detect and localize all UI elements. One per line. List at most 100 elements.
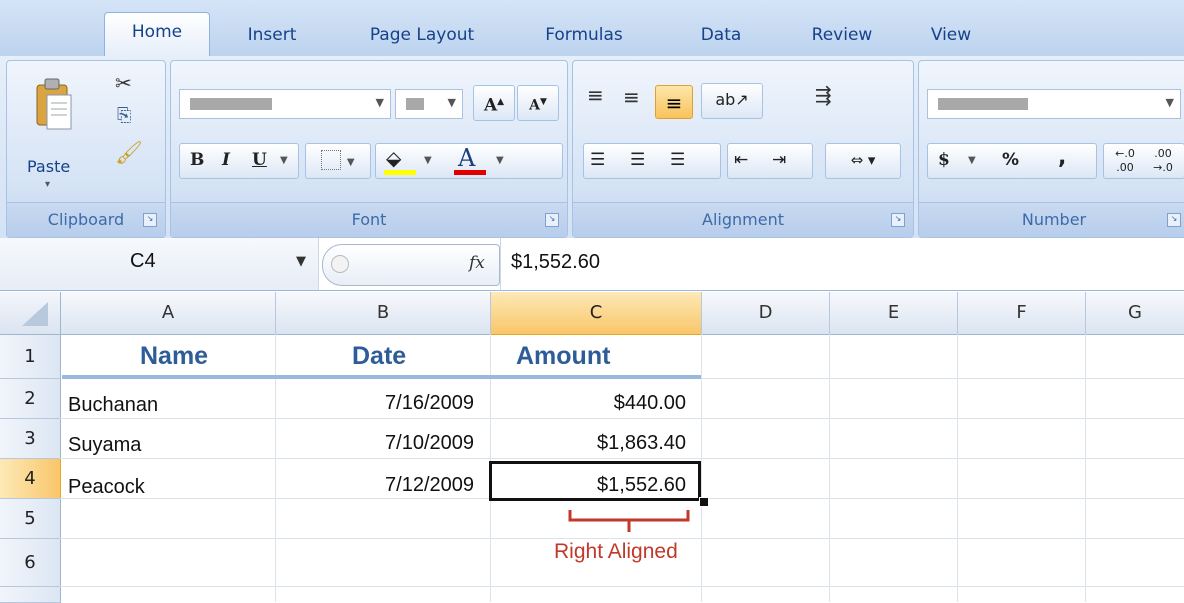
font-launcher-icon[interactable]: ↘: [545, 213, 559, 227]
align-bottom-icon[interactable]: ≡: [655, 85, 693, 119]
cell-a1[interactable]: Name: [140, 342, 208, 371]
column-header-b[interactable]: B: [276, 292, 491, 335]
ribbon: Home Insert Page Layout Formulas Data Re…: [0, 0, 1184, 239]
column-header-g[interactable]: G: [1086, 292, 1184, 335]
expand-circle-icon[interactable]: [331, 255, 349, 273]
select-all-corner[interactable]: [0, 292, 61, 335]
row-header-7[interactable]: [0, 587, 61, 603]
align-center-icon[interactable]: ☰: [630, 144, 645, 176]
italic-button[interactable]: I: [222, 144, 230, 176]
chevron-down-icon: ▼: [1165, 96, 1174, 109]
alignment-launcher-icon[interactable]: ↘: [891, 213, 905, 227]
formula-input[interactable]: $1,552.60: [500, 238, 1184, 290]
align-right-icon[interactable]: ☰: [670, 144, 685, 176]
number-group-label: Number: [919, 202, 1184, 237]
font-style-buttons: B I U ▼: [179, 143, 299, 179]
tab-insert[interactable]: Insert: [232, 16, 312, 56]
chevron-down-icon[interactable]: ▼: [496, 145, 504, 177]
column-header-c[interactable]: C: [491, 292, 702, 335]
tab-formulas[interactable]: Formulas: [528, 16, 640, 56]
align-top-icon[interactable]: ≡: [587, 83, 604, 107]
cell-b3[interactable]: 7/10/2009: [385, 432, 474, 455]
font-group-label: Font: [171, 202, 567, 237]
indent-buttons: ⇤ ⇥: [727, 143, 813, 179]
cell-c1[interactable]: Amount: [516, 342, 610, 371]
tab-home[interactable]: Home: [104, 12, 210, 57]
increase-indent-icon[interactable]: ⇥: [772, 144, 786, 176]
row-header-1[interactable]: 1: [0, 335, 61, 379]
row-header-2[interactable]: 2: [0, 379, 61, 419]
chevron-down-icon[interactable]: ▾: [45, 179, 50, 190]
comma-button[interactable]: ,: [1058, 142, 1066, 174]
name-box[interactable]: C4: [130, 250, 156, 273]
tab-review[interactable]: Review: [800, 16, 884, 56]
row-header-3[interactable]: 3: [0, 419, 61, 459]
percent-button[interactable]: %: [1002, 144, 1019, 176]
font-size-combo[interactable]: ▼: [395, 89, 463, 119]
align-left-icon[interactable]: ☰: [590, 144, 605, 176]
chevron-down-icon: ▼: [447, 96, 456, 109]
format-painter-icon[interactable]: 🖌: [115, 141, 143, 166]
align-middle-icon[interactable]: ≡: [623, 85, 640, 109]
row-header-4[interactable]: 4: [0, 459, 61, 499]
number-format-buttons: $ ▼ % ,: [927, 143, 1097, 179]
formula-bar-controls: fx: [322, 244, 500, 286]
currency-button[interactable]: $: [938, 144, 950, 176]
chevron-down-icon[interactable]: ▼: [296, 254, 306, 269]
gridline: [1085, 334, 1086, 602]
cell-c2[interactable]: $440.00: [614, 392, 686, 415]
decrease-decimal-button[interactable]: .00 →.0: [1146, 147, 1180, 175]
orientation-icon: ab↗: [715, 90, 749, 109]
cell-a2[interactable]: Buchanan: [68, 394, 158, 417]
alignment-group-label: Alignment: [573, 202, 913, 237]
clipboard-group: Paste ▾ ✂ ⎘ 🖌 Clipboard ↘: [6, 60, 166, 238]
copy-icon[interactable]: ⎘: [117, 105, 131, 126]
bold-button[interactable]: B: [190, 144, 204, 176]
borders-button[interactable]: ▼: [305, 143, 371, 179]
clipboard-launcher-icon[interactable]: ↘: [143, 213, 157, 227]
number-launcher-icon[interactable]: ↘: [1167, 213, 1181, 227]
cell-a3[interactable]: Suyama: [68, 434, 141, 457]
header-underline: [62, 375, 701, 379]
gridline: [702, 378, 1184, 379]
active-cell-border: [489, 461, 701, 501]
decrease-indent-icon[interactable]: ⇤: [734, 144, 748, 176]
cell-b1[interactable]: Date: [352, 342, 406, 371]
chevron-down-icon: ▼: [375, 96, 384, 109]
chevron-down-icon[interactable]: ▼: [968, 145, 976, 177]
row-header-5[interactable]: 5: [0, 499, 61, 539]
tab-view[interactable]: View: [918, 16, 984, 56]
font-name-combo[interactable]: ▼: [179, 89, 391, 119]
underline-button[interactable]: U: [252, 144, 267, 176]
cell-c3[interactable]: $1,863.40: [597, 432, 686, 455]
tab-page-layout[interactable]: Page Layout: [352, 16, 492, 56]
cell-b2[interactable]: 7/16/2009: [385, 392, 474, 415]
column-header-a[interactable]: A: [61, 292, 276, 335]
chevron-down-icon[interactable]: ▼: [424, 145, 432, 177]
paste-button[interactable]: Paste ▾: [21, 73, 93, 203]
grow-font-button[interactable]: A▲: [473, 85, 515, 121]
column-header-e[interactable]: E: [830, 292, 958, 335]
column-header-f[interactable]: F: [958, 292, 1086, 335]
color-buttons: ⬙ ▼ A ▼: [375, 143, 563, 179]
gridline: [60, 586, 1184, 587]
fill-handle[interactable]: [699, 497, 709, 507]
shrink-font-button[interactable]: A▼: [517, 85, 559, 121]
tab-data[interactable]: Data: [686, 16, 756, 56]
row-header-6[interactable]: 6: [0, 539, 61, 587]
cell-a4[interactable]: Peacock: [68, 476, 145, 499]
increase-decimal-button[interactable]: ←.0.00: [1108, 147, 1142, 175]
insert-function-button[interactable]: fx: [469, 253, 485, 273]
number-format-combo[interactable]: ▼: [927, 89, 1181, 119]
column-header-d[interactable]: D: [702, 292, 830, 335]
borders-icon: [321, 150, 342, 170]
font-group: ▼ ▼ A▲ A▼ B I U ▼ ▼ ⬙ ▼ A ▼ Font ↘: [170, 60, 568, 238]
merge-center-button[interactable]: ⇔ ▾: [825, 143, 901, 179]
chevron-down-icon[interactable]: ▼: [280, 145, 288, 177]
orientation-button[interactable]: ab↗: [701, 83, 763, 119]
right-aligned-annotation: Right Aligned: [554, 540, 678, 563]
gridline: [60, 458, 1184, 459]
wrap-text-icon[interactable]: ⇶: [815, 83, 832, 107]
cell-b4[interactable]: 7/12/2009: [385, 474, 474, 497]
cut-icon[interactable]: ✂: [115, 71, 132, 95]
